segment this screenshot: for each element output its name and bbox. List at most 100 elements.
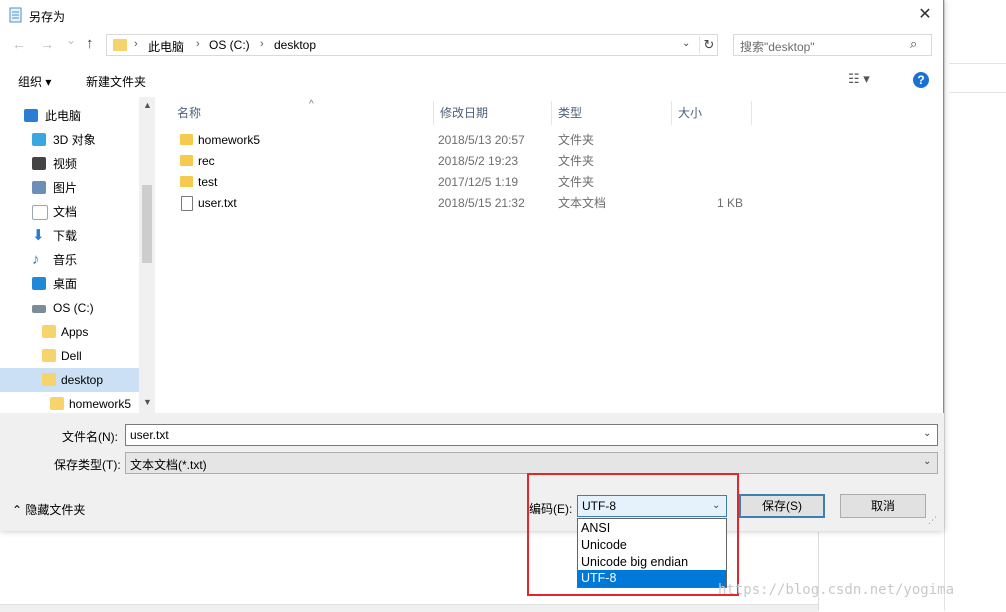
divider [949,63,1006,64]
filetype-select[interactable]: 文本文档(*.txt) ⌄ [125,452,938,474]
file-type: 文件夹 [558,154,595,168]
command-bar: 组织 ▾ 新建文件夹 ☷ ▾ ? [0,64,944,96]
navigation-bar: ← → ⌄ ↑ › 此电脑 › OS (C:) › desktop ⌄ ↻ 搜索… [0,32,944,60]
refresh-icon[interactable]: ↻ [699,36,718,54]
search-icon[interactable]: ⌕ [910,36,917,52]
column-header-name[interactable]: ^ 名称 [171,99,434,125]
divider [818,532,819,611]
folder-icon [50,397,64,410]
file-name: rec [198,154,215,168]
scrollbar-thumb[interactable] [142,185,152,263]
hide-folders-button[interactable]: ⌃ 隐藏文件夹 [12,501,85,518]
sidebar-item-videos[interactable]: 视频 [0,152,139,176]
folder-icon [180,155,193,166]
breadcrumb-desktop[interactable]: desktop [274,38,316,52]
filetype-label: 保存类型(T): [54,458,121,472]
filename-field[interactable]: user.txt ⌄ [125,424,938,446]
sidebar-scrollbar[interactable]: ▲ ▼ [139,97,155,413]
file-type: 文件夹 [558,175,595,189]
address-bar[interactable]: › 此电脑 › OS (C:) › desktop ⌄ ↻ [106,34,718,56]
breadcrumb-separator: › [260,38,264,50]
chevron-down-icon[interactable]: ⌄ [923,428,931,439]
sidebar-item-label: Dell [61,349,82,363]
drive-icon [32,305,46,313]
title-bar: 另存为 ✕ [0,0,944,30]
sidebar-item-label: 视频 [53,157,78,171]
search-placeholder: 搜索"desktop" [740,40,815,54]
file-type: 文本文档 [558,196,607,210]
cube-icon [32,133,46,146]
help-icon[interactable]: ? [913,72,929,88]
file-row[interactable]: rec 2018/5/2 19:23 文件夹 [157,151,777,172]
up-arrow-icon[interactable]: ↑ [86,35,94,52]
sidebar-item-music[interactable]: ♪ 音乐 [0,248,139,272]
save-as-dialog: 另存为 ✕ ← → ⌄ ↑ › 此电脑 › OS (C:) › desktop … [0,0,944,531]
back-arrow-icon[interactable]: ← [12,36,26,52]
column-header-label: 修改日期 [440,106,489,120]
new-folder-button[interactable]: 新建文件夹 [86,73,146,90]
folder-icon [180,134,193,145]
notepad-icon [9,7,22,23]
column-header-label: 类型 [558,106,583,120]
save-button[interactable]: 保存(S) [739,494,825,518]
sort-ascending-icon: ^ [309,99,314,110]
folder-icon [42,349,56,362]
close-icon: ✕ [918,6,932,23]
sidebar-item-os-drive[interactable]: OS (C:) [0,296,139,320]
text-file-icon [181,196,193,211]
view-options-icon[interactable]: ☷ ▾ [848,71,870,87]
sidebar-item-desktop-folder[interactable]: desktop [0,368,139,392]
picture-icon [32,181,46,194]
sidebar-item-label: desktop [61,373,104,387]
sidebar-item-documents[interactable]: 文档 [0,200,139,224]
download-icon: ⬇ [32,227,45,244]
scroll-down-icon[interactable]: ▼ [143,397,152,407]
close-button[interactable]: ✕ [910,3,940,27]
file-date: 2018/5/2 19:23 [438,154,519,168]
cancel-button[interactable]: 取消 [840,494,926,518]
dialog-title: 另存为 [29,10,66,24]
file-list: ^ 名称 修改日期 类型 大小 homework5 2018/5/13 20:5… [157,97,943,413]
breadcrumb-os-drive[interactable]: OS (C:) [209,38,250,52]
breadcrumb-this-pc[interactable]: 此电脑 [148,38,184,55]
organize-button[interactable]: 组织 ▾ [18,73,51,90]
computer-icon [24,109,38,122]
folder-icon [42,373,56,386]
file-row[interactable]: test 2017/12/5 1:19 文件夹 [157,172,777,193]
chevron-down-icon[interactable]: ⌄ [923,456,931,467]
sidebar-item-dell[interactable]: Dell [0,344,139,368]
file-name: user.txt [198,196,237,210]
sidebar-item-homework5[interactable]: homework5 [0,392,139,413]
chevron-down-icon[interactable]: ⌄ [682,38,690,49]
sidebar-item-label: 音乐 [53,253,78,267]
file-type: 文件夹 [558,133,595,147]
search-input[interactable]: 搜索"desktop" ⌕ [733,34,932,56]
column-header-date[interactable]: 修改日期 [434,101,552,125]
sidebar-item-apps[interactable]: Apps [0,320,139,344]
file-name: homework5 [198,133,261,147]
recent-locations-icon[interactable]: ⌄ [66,33,76,47]
divider [949,92,1006,93]
sidebar-item-label: 桌面 [53,277,78,291]
watermark-text: https://blog.csdn.net/yogima [718,582,955,598]
file-row[interactable]: user.txt 2018/5/15 21:32 文本文档 1 KB [157,193,777,214]
resize-grip-icon[interactable]: ⋰ [928,515,937,526]
save-options-panel: 文件名(N): user.txt ⌄ 保存类型(T): 文本文档(*.txt) … [0,413,944,531]
sidebar-item-label: 此电脑 [45,109,82,123]
sidebar-item-3d-objects[interactable]: 3D 对象 [0,128,139,152]
scroll-up-icon[interactable]: ▲ [143,100,152,110]
filename-value: user.txt [130,428,169,442]
column-header-size[interactable]: 大小 [672,101,752,125]
sidebar-item-label: 下载 [53,229,78,243]
forward-arrow-icon[interactable]: → [40,36,54,52]
sidebar-item-this-pc[interactable]: 此电脑 [0,104,139,128]
sidebar-item-pictures[interactable]: 图片 [0,176,139,200]
sidebar-item-desktop[interactable]: 桌面 [0,272,139,296]
file-row[interactable]: homework5 2018/5/13 20:57 文件夹 [157,130,777,151]
column-header-label: 大小 [678,106,703,120]
breadcrumb-separator: › [196,38,200,50]
column-header-type[interactable]: 类型 [552,101,672,125]
breadcrumb-separator: › [134,38,138,50]
file-size: 1 KB [717,196,744,210]
sidebar-item-downloads[interactable]: ⬇ 下载 [0,224,139,248]
